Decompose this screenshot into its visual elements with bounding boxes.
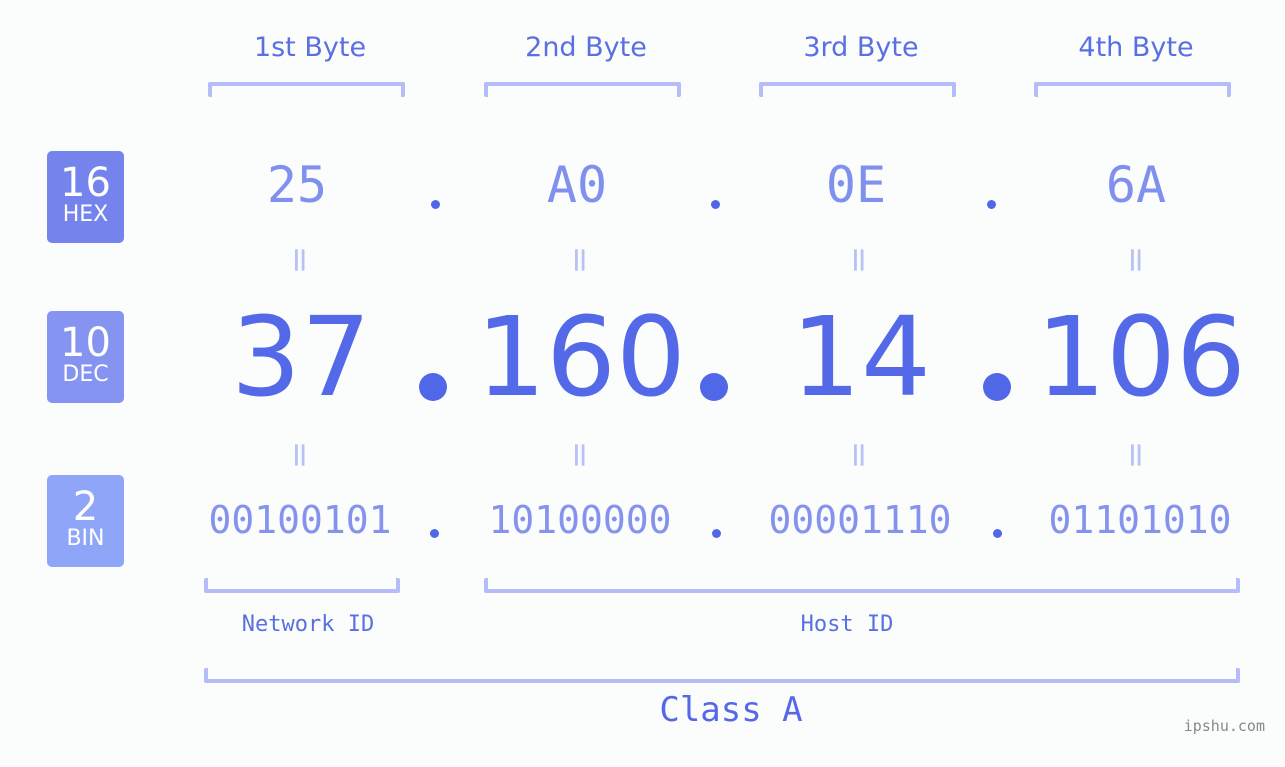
byte-bracket-3 [759,82,956,97]
equals-sign: = [839,440,879,470]
bin-base-label: BIN [66,526,105,551]
equals-sign: = [280,440,320,470]
byte-bracket-2 [484,82,681,97]
class-bracket [204,668,1240,683]
dec-byte-3: 14 [791,293,931,421]
network-id-label: Network ID [241,612,375,637]
byte-bracket-1 [208,82,405,97]
bin-byte-1: 00100101 [208,498,392,542]
hex-byte-1: 25 [266,156,328,214]
byte-bracket-4 [1034,82,1231,97]
bin-badge: 2 BIN [47,475,124,567]
equals-sign: = [1116,245,1156,275]
bin-byte-2: 10100000 [488,498,672,542]
equals-sign: = [560,440,600,470]
dec-byte-1: 37 [231,293,371,421]
bin-byte-4: 01101010 [1048,498,1232,542]
dec-dot-3 [983,373,1011,401]
dec-byte-4: 106 [1036,293,1246,421]
byte-header-4: 4th Byte [1078,32,1194,63]
bin-dot-3 [993,529,1002,538]
byte-header-2: 2nd Byte [525,32,647,63]
class-label: Class A [659,690,803,730]
hex-base-number: 16 [60,160,111,206]
hex-dot-3 [987,200,996,209]
byte-header-3: 3rd Byte [803,32,919,63]
hex-dot-1 [431,200,440,209]
dec-badge: 10 DEC [47,311,124,403]
hex-dot-2 [711,200,720,209]
equals-sign: = [1116,440,1156,470]
dec-dot-2 [700,373,728,401]
bin-dot-2 [712,529,721,538]
dec-base-number: 10 [60,320,111,366]
hex-byte-3: 0E [825,156,887,214]
byte-header-1: 1st Byte [253,32,367,63]
bin-byte-3: 00001110 [768,498,952,542]
host-id-bracket [484,578,1240,593]
hex-byte-4: 6A [1105,156,1167,214]
host-id-label: Host ID [800,612,894,637]
hex-badge: 16 HEX [47,151,124,243]
equals-sign: = [839,245,879,275]
bin-dot-1 [430,529,439,538]
watermark: ipshu.com [1183,717,1265,735]
equals-sign: = [280,245,320,275]
bin-base-number: 2 [72,484,99,530]
dec-dot-1 [419,373,447,401]
hex-byte-2: A0 [546,156,608,214]
equals-sign: = [560,245,600,275]
hex-base-label: HEX [62,202,109,227]
dec-base-label: DEC [62,362,109,387]
network-id-bracket [204,578,400,593]
dec-byte-2: 160 [476,293,686,421]
